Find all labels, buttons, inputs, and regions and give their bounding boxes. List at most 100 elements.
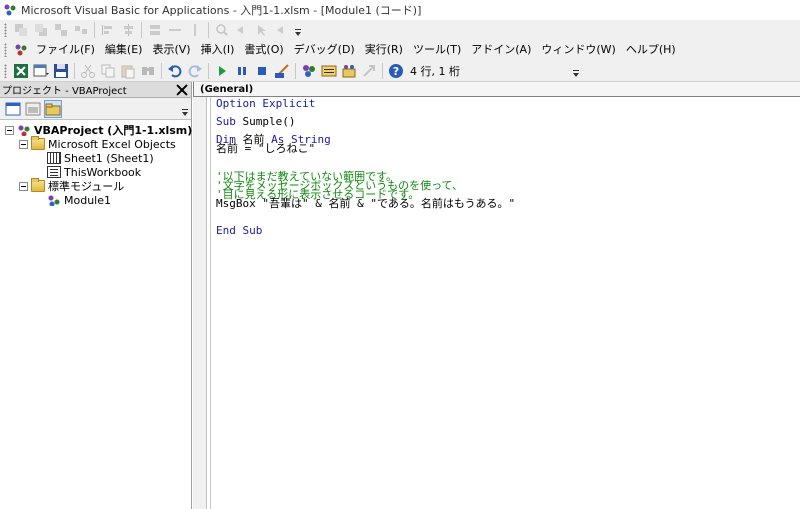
toolbox-icon[interactable] bbox=[361, 63, 377, 79]
toolbar-grip[interactable] bbox=[4, 63, 7, 78]
collapse-icon[interactable] bbox=[19, 181, 28, 191]
workbook-icon bbox=[47, 166, 61, 178]
project-explorer-icon[interactable] bbox=[301, 63, 317, 79]
redo-icon[interactable] bbox=[187, 63, 203, 79]
tree-item-excel-objects[interactable]: Microsoft Excel Objects bbox=[0, 136, 191, 151]
folder-icon bbox=[31, 178, 45, 192]
select-objects-icon[interactable] bbox=[254, 22, 270, 38]
help-icon[interactable]: ? bbox=[388, 63, 404, 79]
tree-item-label: ThisWorkbook bbox=[64, 165, 142, 179]
toolbar-separator bbox=[161, 62, 162, 79]
cut-icon[interactable] bbox=[80, 63, 96, 79]
vba-app-icon[interactable] bbox=[4, 4, 16, 16]
menu-addins[interactable]: アドイン(A) bbox=[466, 40, 536, 60]
tree-item-vbaproject[interactable]: VBAProject (入門1-1.xlsm) bbox=[0, 123, 192, 137]
tree-item-label: Microsoft Excel Objects bbox=[48, 137, 176, 151]
view-code-icon[interactable] bbox=[4, 100, 22, 118]
tree-item-thisworkbook[interactable]: ThisWorkbook bbox=[0, 165, 191, 179]
bring-to-front-icon[interactable] bbox=[13, 22, 29, 38]
code-line[interactable]: Sub Sumple() bbox=[216, 115, 515, 129]
tree-item-module1[interactable]: Module1 bbox=[0, 193, 191, 207]
cursor-position-status: 4 行, 1 桁 bbox=[410, 64, 460, 78]
code-lines[interactable]: Option Explicit Sub Sumple() Dim 名前 As S… bbox=[216, 98, 515, 236]
toolbar-overflow-icon[interactable] bbox=[572, 63, 580, 79]
vba-menu-icon[interactable] bbox=[13, 42, 29, 58]
center-vertical-icon[interactable] bbox=[187, 22, 203, 38]
toggle-grid-icon[interactable] bbox=[274, 22, 290, 38]
project-explorer-title: プロジェクト - VBAProject bbox=[2, 86, 127, 97]
design-mode-icon[interactable] bbox=[274, 63, 290, 79]
toolbar-separator bbox=[74, 62, 75, 79]
copy-icon[interactable] bbox=[100, 63, 116, 79]
view-object-icon[interactable] bbox=[24, 100, 42, 118]
object-browser-icon[interactable] bbox=[341, 63, 357, 79]
toolbar-separator bbox=[94, 22, 95, 38]
tab-order-icon[interactable] bbox=[234, 22, 250, 38]
tree-item-label: Module1 bbox=[64, 193, 111, 207]
title-bar: Microsoft Visual Basic for Applications … bbox=[0, 0, 800, 20]
paste-icon[interactable] bbox=[120, 63, 136, 79]
menu-debug[interactable]: デバッグ(D) bbox=[289, 40, 360, 60]
vba-project-icon bbox=[17, 124, 31, 136]
toolbar-separator bbox=[208, 22, 209, 38]
tree-item-modules-folder[interactable]: 標準モジュール bbox=[0, 178, 191, 193]
find-icon[interactable] bbox=[140, 63, 156, 79]
menu-view[interactable]: 表示(V) bbox=[147, 40, 195, 60]
menu-file[interactable]: ファイル(F) bbox=[31, 40, 100, 60]
close-icon[interactable] bbox=[175, 83, 189, 97]
toolbar-grip[interactable] bbox=[4, 23, 7, 37]
zoom-icon[interactable] bbox=[214, 22, 230, 38]
ungroup-icon[interactable] bbox=[73, 22, 89, 38]
toolbar-separator bbox=[208, 62, 209, 79]
folder-icon bbox=[31, 136, 45, 150]
center-horizontal-icon[interactable] bbox=[167, 22, 183, 38]
object-combobox[interactable]: (General) bbox=[193, 82, 800, 97]
menu-edit[interactable]: 編集(E) bbox=[100, 40, 148, 60]
align-left-icon[interactable] bbox=[100, 22, 116, 38]
save-icon[interactable] bbox=[53, 63, 69, 79]
code-editor[interactable]: Option Explicit Sub Sumple() Dim 名前 As S… bbox=[193, 97, 800, 509]
align-center-icon[interactable] bbox=[120, 22, 136, 38]
menu-window[interactable]: ウィンドウ(W) bbox=[536, 40, 620, 60]
toolbar-separator bbox=[295, 62, 296, 79]
menu-format[interactable]: 書式(O) bbox=[239, 40, 288, 60]
project-explorer-toolbar bbox=[0, 98, 191, 120]
margin-indicator-bar[interactable] bbox=[193, 97, 207, 509]
worksheet-icon bbox=[47, 152, 61, 164]
run-icon[interactable] bbox=[214, 63, 230, 79]
collapse-icon[interactable] bbox=[5, 125, 14, 135]
userform-toolbar bbox=[0, 20, 800, 40]
toolbar-overflow-icon[interactable] bbox=[181, 100, 189, 118]
menu-run[interactable]: 実行(R) bbox=[360, 40, 408, 60]
toolbar-separator bbox=[382, 62, 383, 79]
menu-insert[interactable]: 挿入(I) bbox=[196, 40, 240, 60]
make-same-width-icon[interactable] bbox=[147, 22, 163, 38]
code-keyword: Sub bbox=[216, 115, 236, 129]
menu-help[interactable]: ヘルプ(H) bbox=[621, 40, 681, 60]
gutter-divider bbox=[210, 97, 211, 509]
send-to-back-icon[interactable] bbox=[33, 22, 49, 38]
code-text: Sumple() bbox=[235, 115, 296, 129]
code-window: (General) Option Explicit Sub Sumple() D… bbox=[193, 82, 800, 509]
insert-userform-icon[interactable] bbox=[33, 63, 49, 79]
toggle-folders-icon[interactable] bbox=[44, 99, 62, 118]
undo-icon[interactable] bbox=[167, 63, 183, 79]
group-icon[interactable] bbox=[53, 22, 69, 38]
menu-grip[interactable] bbox=[4, 43, 7, 57]
menu-tools[interactable]: ツール(T) bbox=[408, 40, 466, 60]
reset-icon[interactable] bbox=[254, 63, 270, 79]
excel-view-icon[interactable] bbox=[13, 63, 29, 79]
properties-window-icon[interactable] bbox=[321, 63, 337, 79]
project-explorer-header: プロジェクト - VBAProject bbox=[0, 82, 191, 98]
collapse-icon[interactable] bbox=[19, 139, 28, 149]
tree-item-label: 標準モジュール bbox=[48, 180, 125, 193]
toolbar-overflow-icon[interactable] bbox=[294, 22, 302, 38]
tree-item-sheet1[interactable]: Sheet1 (Sheet1) bbox=[0, 151, 191, 165]
break-icon[interactable] bbox=[234, 63, 250, 79]
code-line[interactable]: MsgBox "吾輩は" & 名前 & "である。名前はもうある。" bbox=[216, 198, 515, 209]
code-line[interactable]: 名前 = "しろねこ" bbox=[216, 143, 515, 154]
svg-text:?: ? bbox=[393, 65, 399, 78]
standard-toolbar: ? 4 行, 1 桁 bbox=[0, 60, 800, 82]
code-line[interactable]: End Sub bbox=[216, 225, 515, 236]
code-line[interactable]: Option Explicit bbox=[216, 98, 515, 109]
